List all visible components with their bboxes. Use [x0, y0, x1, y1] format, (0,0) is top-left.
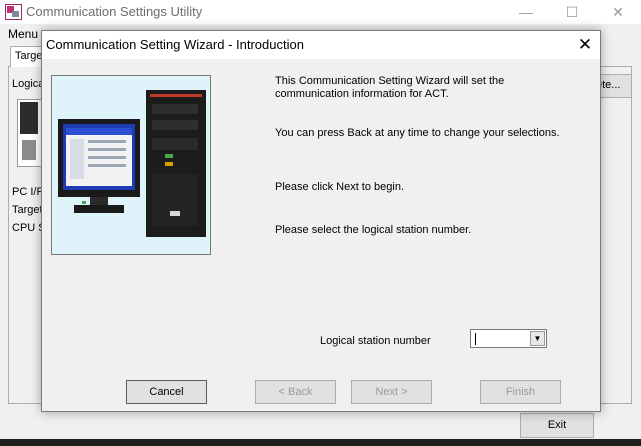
app-icon — [5, 4, 22, 20]
intro-paragraph: You can press Back at any time to change… — [275, 127, 560, 139]
maximize-button[interactable]: ☐ — [549, 0, 595, 24]
background-window-title: Communication Settings Utility — [26, 4, 203, 19]
back-button[interactable]: < Back — [255, 380, 336, 404]
dialog-close-button[interactable]: ✕ — [574, 35, 596, 55]
target-label: Target — [12, 204, 43, 216]
cancel-button[interactable]: Cancel — [126, 380, 207, 404]
exit-button[interactable]: Exit — [520, 413, 594, 438]
tab-target-label: Targe — [15, 50, 43, 62]
logical-label: Logica — [12, 78, 45, 90]
intro-paragraph: Please select the logical station number… — [275, 224, 472, 236]
dialog-title: Communication Setting Wizard - Introduct… — [46, 37, 304, 52]
logical-station-label: Logical station number — [320, 335, 431, 347]
computer-illustration-icon — [51, 75, 211, 255]
window-close-button[interactable]: ✕ — [595, 0, 641, 24]
menu-item-menu[interactable]: Menu — [8, 27, 38, 41]
intro-paragraph: This Communication Setting Wizard will s… — [275, 75, 505, 100]
pc-if-label: PC I/F — [12, 186, 44, 198]
chevron-down-icon[interactable]: ▼ — [530, 331, 545, 346]
taskbar-strip — [0, 439, 641, 446]
computer-thumbnail-icon — [17, 99, 43, 167]
text-cursor — [475, 333, 476, 345]
minimize-button[interactable]: — — [503, 0, 549, 24]
wizard-dialog: Communication Setting Wizard - Introduct… — [41, 30, 601, 412]
intro-paragraph: Please click Next to begin. — [275, 181, 405, 193]
logical-station-select[interactable]: ▼ — [470, 329, 547, 348]
finish-button[interactable]: Finish — [480, 380, 561, 404]
next-button[interactable]: Next > — [351, 380, 432, 404]
